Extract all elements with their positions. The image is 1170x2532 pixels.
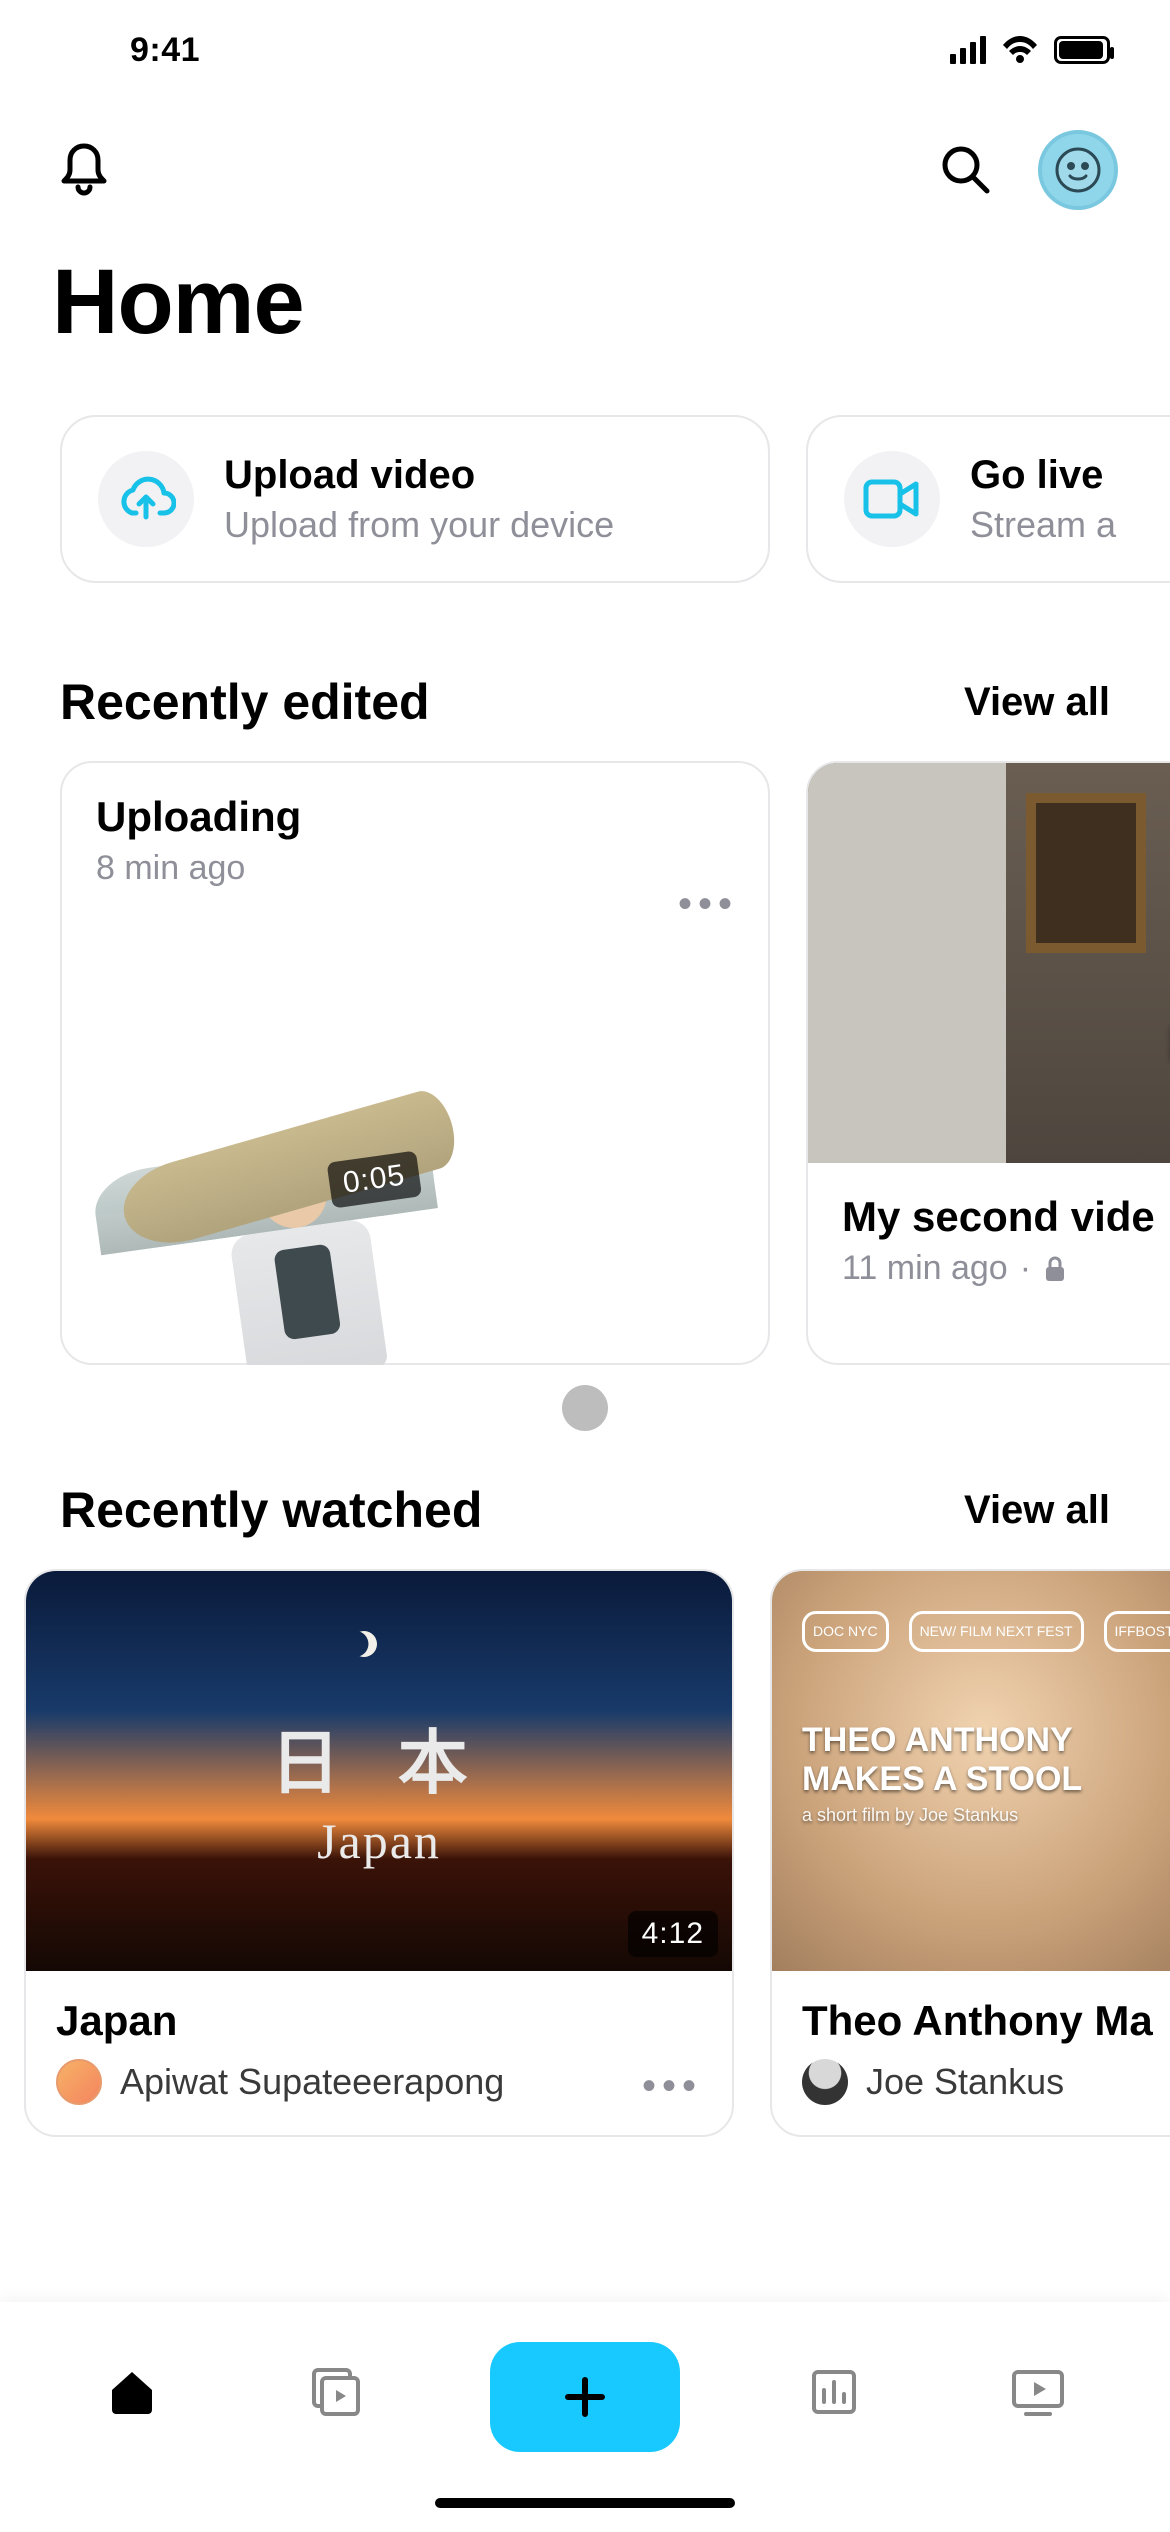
status-bar: 9:41 bbox=[0, 0, 1170, 100]
video-thumbnail: 日 本 Japan 4:12 bbox=[26, 1571, 732, 1971]
analytics-icon bbox=[806, 2364, 862, 2420]
profile-avatar[interactable] bbox=[1038, 130, 1118, 210]
section-title: Recently edited bbox=[60, 673, 430, 731]
cloud-upload-icon bbox=[98, 451, 194, 547]
view-all-watched[interactable]: View all bbox=[964, 1488, 1110, 1533]
duration-badge: 4:12 bbox=[628, 1911, 718, 1957]
bottom-nav bbox=[0, 2302, 1170, 2532]
battery-icon bbox=[1054, 36, 1110, 64]
festival-badge: NEW/ FILM NEXT FEST bbox=[909, 1611, 1084, 1652]
edited-card-uploading[interactable]: 0:05 Uploading 8 min ago ••• bbox=[60, 761, 770, 1365]
action-title: Upload video bbox=[224, 453, 614, 498]
thumbnail-text-kanji: 日 本 bbox=[26, 1707, 732, 1808]
author-name: Apiwat Supateeerapong bbox=[120, 2061, 504, 2103]
recently-edited-header: Recently edited View all bbox=[0, 623, 1170, 761]
page-title: Home bbox=[0, 210, 1170, 395]
wifi-icon bbox=[1000, 35, 1040, 65]
festival-badge: IFFBOSTON bbox=[1104, 1611, 1170, 1652]
thumbnail-caption: My first bbox=[1006, 1013, 1170, 1073]
author-row[interactable]: Joe Stankus bbox=[802, 2059, 1170, 2105]
video-title: My second vide bbox=[842, 1193, 1170, 1241]
festival-badge: DOC NYC bbox=[802, 1611, 889, 1652]
cellular-icon bbox=[950, 36, 986, 64]
scroll-indicator-dot bbox=[562, 1385, 608, 1431]
nav-library[interactable] bbox=[286, 2342, 386, 2442]
video-library-icon bbox=[308, 2364, 364, 2420]
video-thumbnail: My first bbox=[808, 763, 1170, 1163]
monitor-play-icon bbox=[1008, 2364, 1068, 2420]
lock-icon bbox=[1043, 1255, 1067, 1283]
home-icon bbox=[104, 2364, 160, 2420]
author-row[interactable]: Apiwat Supateeerapong bbox=[56, 2059, 702, 2105]
poster-title: THEO ANTHONY MAKES A STOOL a short film … bbox=[802, 1721, 1082, 1826]
plus-icon bbox=[562, 2374, 608, 2420]
status-icons bbox=[950, 35, 1110, 65]
recently-edited-row[interactable]: 0:05 Uploading 8 min ago ••• My first My… bbox=[0, 761, 1170, 1365]
action-subtitle: Upload from your device bbox=[224, 504, 614, 546]
nav-home[interactable] bbox=[82, 2342, 182, 2442]
video-title: Japan bbox=[56, 1997, 702, 2045]
author-avatar bbox=[56, 2059, 102, 2105]
thumbnail-text-latin: Japan bbox=[26, 1812, 732, 1870]
watched-card-theo[interactable]: DOC NYC NEW/ FILM NEXT FEST IFFBOSTON TH… bbox=[770, 1569, 1170, 2137]
video-title: Theo Anthony Ma bbox=[802, 1997, 1170, 2045]
recently-watched-header: Recently watched View all bbox=[0, 1431, 1170, 1569]
go-live-card[interactable]: Go live Stream a bbox=[806, 415, 1170, 583]
actions-row: Upload video Upload from your device Go … bbox=[0, 395, 1170, 623]
nav-analytics[interactable] bbox=[784, 2342, 884, 2442]
more-button[interactable]: ••• bbox=[642, 2064, 702, 2109]
nav-create[interactable] bbox=[490, 2342, 680, 2452]
author-avatar bbox=[802, 2059, 848, 2105]
bell-icon bbox=[58, 142, 110, 198]
avatar-face-icon bbox=[1054, 146, 1102, 194]
home-indicator bbox=[435, 2498, 735, 2508]
recently-watched-row[interactable]: 日 本 Japan 4:12 Japan Apiwat Supateeerapo… bbox=[0, 1569, 1170, 2137]
view-all-edited[interactable]: View all bbox=[964, 680, 1110, 725]
search-button[interactable] bbox=[934, 138, 998, 202]
video-camera-icon bbox=[844, 451, 940, 547]
upload-video-card[interactable]: Upload video Upload from your device bbox=[60, 415, 770, 583]
more-button[interactable]: ••• bbox=[678, 882, 738, 927]
action-title: Go live bbox=[970, 453, 1116, 498]
search-icon bbox=[939, 143, 993, 197]
nav-watch[interactable] bbox=[988, 2342, 1088, 2442]
app-bar bbox=[0, 100, 1170, 210]
author-name: Joe Stankus bbox=[866, 2061, 1064, 2103]
status-time: 9:41 bbox=[130, 31, 200, 70]
edited-card-second-video[interactable]: My first My second vide 11 min ago· bbox=[806, 761, 1170, 1365]
video-thumbnail: 0:05 bbox=[90, 1129, 438, 1256]
video-meta: 11 min ago· bbox=[842, 1249, 1170, 1288]
action-subtitle: Stream a bbox=[970, 504, 1116, 546]
notifications-button[interactable] bbox=[52, 138, 116, 202]
video-thumbnail: DOC NYC NEW/ FILM NEXT FEST IFFBOSTON TH… bbox=[772, 1571, 1170, 1971]
video-meta: 8 min ago bbox=[96, 849, 734, 888]
section-title: Recently watched bbox=[60, 1481, 482, 1539]
watched-card-japan[interactable]: 日 本 Japan 4:12 Japan Apiwat Supateeerapo… bbox=[24, 1569, 734, 2137]
video-title: Uploading bbox=[96, 793, 734, 841]
